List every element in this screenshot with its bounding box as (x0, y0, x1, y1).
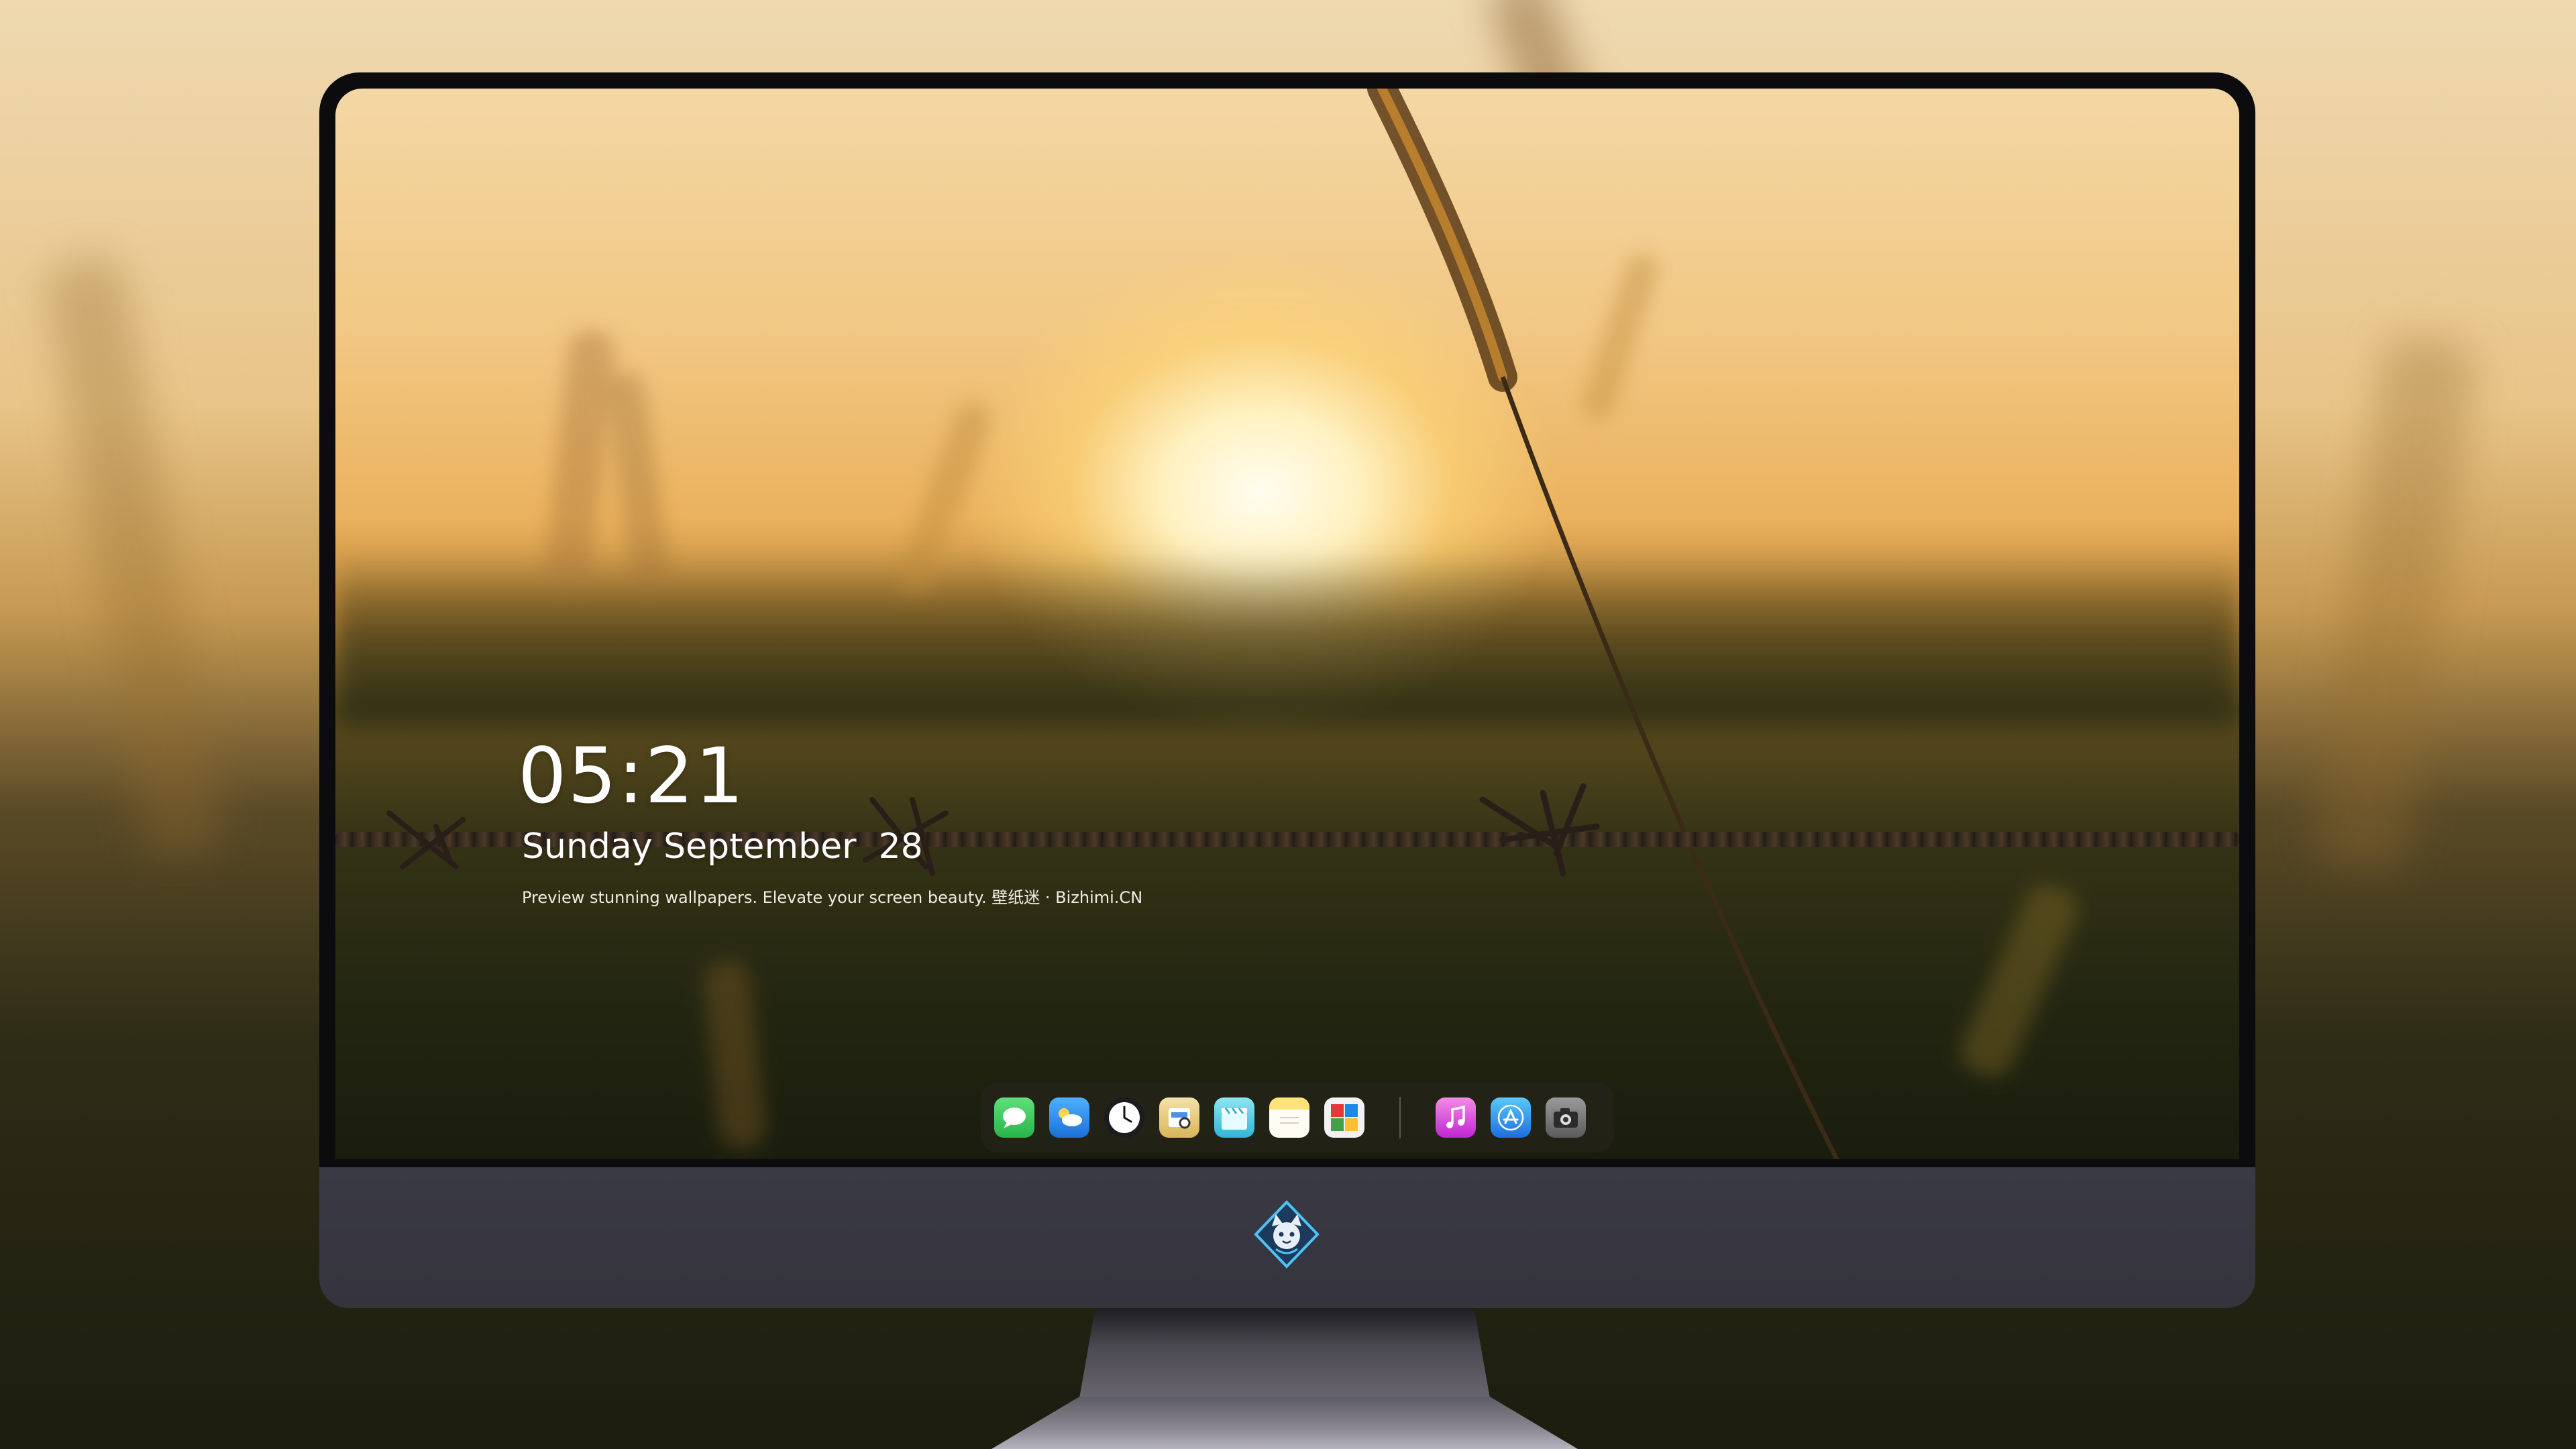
lock-screen-time: 05:21 (518, 731, 745, 820)
monitor: 05:21 Sunday September 28 Preview stunni… (319, 72, 2255, 1308)
lock-screen-date: Sunday September 28 (522, 826, 923, 867)
messages-icon[interactable] (994, 1097, 1034, 1138)
weather-icon[interactable] (1049, 1097, 1089, 1138)
dock-separator (1399, 1097, 1401, 1138)
photo-booth-icon[interactable] (1324, 1097, 1364, 1138)
lock-screen: 05:21 Sunday September 28 Preview stunni… (335, 89, 2239, 1159)
background-blur-shape (2311, 331, 2479, 876)
clock-icon[interactable] (1104, 1097, 1144, 1138)
monitor-stand-neck (1079, 1308, 1491, 1402)
grass-stem (1367, 89, 1839, 1159)
notes-icon[interactable] (1269, 1097, 1309, 1138)
clapperboard-icon[interactable] (1214, 1097, 1254, 1138)
wire-barb (386, 810, 466, 869)
camera-icon[interactable] (1546, 1097, 1586, 1138)
background-blur-shape (42, 252, 227, 861)
desktop-background: 05:21 Sunday September 28 Preview stunni… (0, 0, 2576, 1449)
dock (981, 1083, 1614, 1152)
preview-icon[interactable] (1159, 1097, 1199, 1138)
lock-screen-caption: Preview stunning wallpapers. Elevate you… (522, 888, 1143, 907)
monitor-stand-base (991, 1397, 1578, 1449)
wire-barb (1479, 783, 1600, 877)
music-icon[interactable] (1436, 1097, 1476, 1138)
fox-mascot-icon (1254, 1200, 1320, 1269)
app-store-icon[interactable] (1491, 1097, 1531, 1138)
